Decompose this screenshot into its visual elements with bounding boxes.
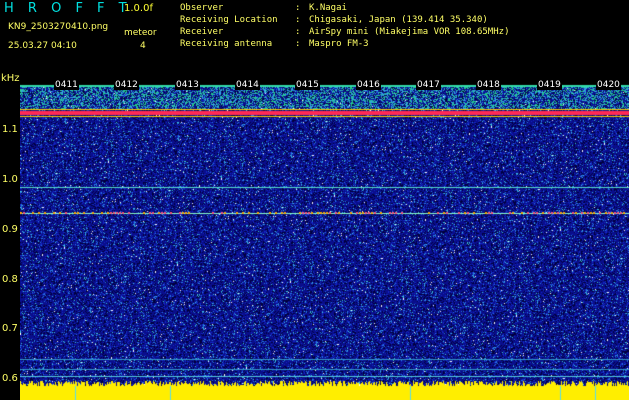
y-tick-label: 1.0 [2, 174, 18, 185]
info-row-receiver: Receiver: AirSpy mini (Miakejima VOR 108.… [180, 27, 509, 37]
info-colon: : [295, 3, 301, 13]
time-label: 0413 [175, 80, 200, 90]
info-colon: : [295, 27, 301, 37]
y-tick-label: 1.1 [2, 124, 18, 135]
info-colon: : [295, 39, 301, 49]
y-tick-label: 0.6 [2, 373, 18, 384]
time-label: 0411 [54, 80, 79, 90]
meteor-label: meteor [124, 28, 157, 38]
info-row-location: Receiving Location: Chigasaki, Japan (139… [180, 15, 488, 25]
spectrogram-plot [20, 79, 629, 400]
info-key: Observer [180, 3, 224, 13]
info-value: Chigasaki, Japan (139.414 35.340) [309, 15, 488, 25]
meteor-count: 4 [140, 41, 146, 51]
y-axis-unit: kHz [1, 73, 20, 84]
info-value: Maspro FM-3 [309, 39, 369, 49]
info-key: Receiving antenna [180, 39, 273, 49]
filename-label: KN9_2503270410.png [8, 22, 109, 32]
info-value: AirSpy mini (Miakejima VOR 108.65MHz) [309, 27, 510, 37]
time-label: 0414 [235, 80, 260, 90]
info-value: K.Nagai [309, 3, 347, 13]
y-tick-label: 0.7 [2, 323, 18, 334]
datetime-label: 25.03.27 04:10 [8, 41, 77, 51]
info-row-antenna: Receiving antenna: Maspro FM-3 [180, 39, 369, 49]
time-label: 0412 [114, 80, 139, 90]
version-label: 1.0.0f [124, 3, 153, 14]
time-label: 0420 [596, 80, 621, 90]
time-label: 0416 [356, 80, 381, 90]
y-tick-label: 0.9 [2, 224, 18, 235]
info-key: Receiver [180, 27, 224, 37]
info-colon: : [295, 15, 301, 25]
info-key: Receiving Location [180, 15, 278, 25]
time-label: 0415 [295, 80, 320, 90]
time-label: 0419 [537, 80, 562, 90]
time-label: 0418 [476, 80, 501, 90]
y-tick-label: 0.8 [2, 274, 18, 285]
app-title: H R O F F T [4, 1, 132, 16]
info-row-observer: Observer: K.Nagai [180, 3, 347, 13]
time-label: 0417 [416, 80, 441, 90]
